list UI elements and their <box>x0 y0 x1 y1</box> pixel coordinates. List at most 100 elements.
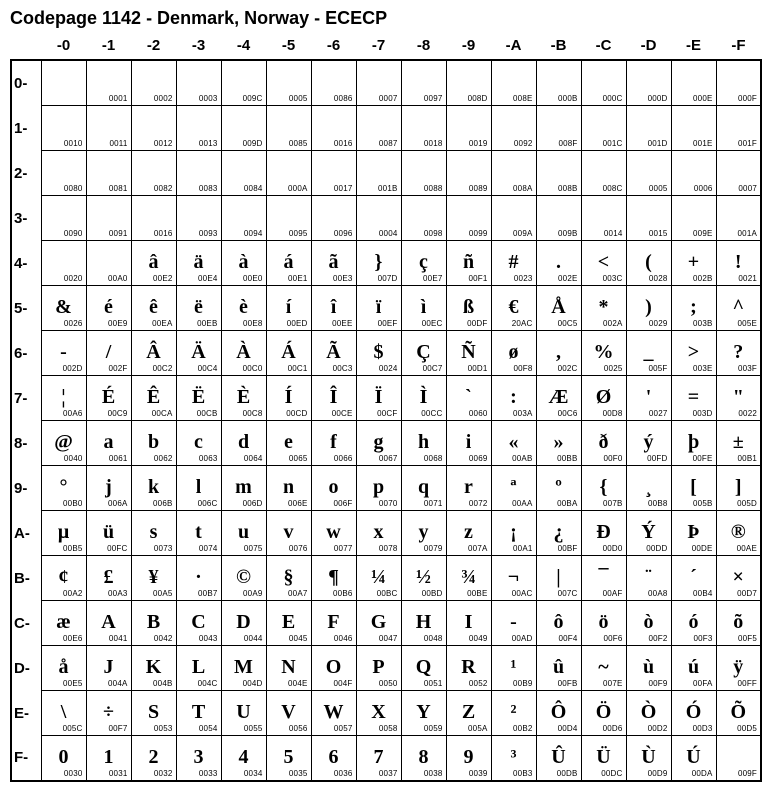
codepage-cell: e0065 <box>266 421 311 466</box>
cell-code: 00EA <box>152 320 172 328</box>
cell-code: 00D6 <box>603 725 623 733</box>
codepage-cell: 0007 <box>716 151 761 196</box>
codepage-cell: 0099 <box>446 196 491 241</box>
cell-code: 00A9 <box>243 590 262 598</box>
row-header: 6- <box>11 331 41 376</box>
cell-code: 00B8 <box>648 500 667 508</box>
cell-code: 0090 <box>64 230 83 238</box>
cell-code: 00F1 <box>468 275 487 283</box>
codepage-cell: c0063 <box>176 421 221 466</box>
cell-code: 000C <box>603 95 623 103</box>
codepage-cell: _005F <box>626 331 671 376</box>
codepage-cell: 0090 <box>41 196 86 241</box>
codepage-cell: N004E <box>266 646 311 691</box>
codepage-cell: x0078 <box>356 511 401 556</box>
cell-code: 00C2 <box>153 365 173 373</box>
cell-code: 002C <box>558 365 578 373</box>
codepage-cell: 0010 <box>41 106 86 151</box>
cell-code: 0041 <box>109 635 128 643</box>
cell-code: 0016 <box>334 140 353 148</box>
cell-code: 0014 <box>604 230 623 238</box>
cell-code: 0010 <box>64 140 83 148</box>
cell-code: 0075 <box>244 545 263 553</box>
cell-code: 0070 <box>379 500 398 508</box>
codepage-cell: 0081 <box>86 151 131 196</box>
codepage-cell: b0062 <box>131 421 176 466</box>
cell-code: 00BC <box>377 590 398 598</box>
codepage-cell: O004F <box>311 646 356 691</box>
cell-code: 0095 <box>289 230 308 238</box>
cell-code: 0021 <box>738 275 757 283</box>
cell-code: 00DC <box>601 770 622 778</box>
cell-code: 0071 <box>424 500 443 508</box>
cell-code: 0003 <box>199 95 218 103</box>
codepage-cell: T0054 <box>176 691 221 736</box>
codepage-cell: 0018 <box>401 106 446 151</box>
cell-code: 00A2 <box>63 590 82 598</box>
cell-code: 0069 <box>469 455 488 463</box>
codepage-cell: È00C8 <box>221 376 266 421</box>
codepage-cell: ²00B2 <box>491 691 536 736</box>
codepage-cell: 10031 <box>86 736 131 782</box>
cell-code: 0025 <box>604 365 623 373</box>
cell-code: 00E8 <box>243 320 262 328</box>
codepage-cell: ·00B7 <box>176 556 221 601</box>
codepage-cell: ?003F <box>716 331 761 376</box>
codepage-cell: þ00FE <box>671 421 716 466</box>
page-title: Codepage 1142 - Denmark, Norway - ECECP <box>10 8 762 29</box>
codepage-cell: 0092 <box>491 106 536 151</box>
cell-code: 0052 <box>469 680 488 688</box>
codepage-cell: ù00F9 <box>626 646 671 691</box>
codepage-cell: ,002C <box>536 331 581 376</box>
cell-code: 0080 <box>64 185 83 193</box>
cell-code: 00F2 <box>648 635 667 643</box>
cell-code: 00BF <box>558 545 578 553</box>
codepage-cell: 009C <box>221 60 266 106</box>
cell-code: 008B <box>558 185 577 193</box>
codepage-cell: P0050 <box>356 646 401 691</box>
cell-code: 00CA <box>152 410 173 418</box>
codepage-cell: Z005A <box>446 691 491 736</box>
codepage-cell: ¬00AC <box>491 556 536 601</box>
cell-code: 00BB <box>557 455 577 463</box>
codepage-cell: =003D <box>671 376 716 421</box>
cell-code: 00FC <box>107 545 127 553</box>
cell-code: 0081 <box>109 185 128 193</box>
codepage-cell: 0095 <box>266 196 311 241</box>
codepage-cell: 009F <box>716 736 761 782</box>
codepage-cell: Î00CE <box>311 376 356 421</box>
codepage-cell: Å00C5 <box>536 286 581 331</box>
codepage-cell: 009A <box>491 196 536 241</box>
cell-code: 00F9 <box>648 680 667 688</box>
cell-code: 00E3 <box>333 275 352 283</box>
codepage-cell: 0016 <box>131 196 176 241</box>
codepage-cell: Ô00D4 <box>536 691 581 736</box>
cell-code: 00B2 <box>513 725 532 733</box>
codepage-cell: ±00B1 <box>716 421 761 466</box>
cell-code: 0046 <box>334 635 353 643</box>
codepage-cell: ¥00A5 <box>131 556 176 601</box>
codepage-cell: 0005 <box>626 151 671 196</box>
codepage-cell: S0053 <box>131 691 176 736</box>
codepage-cell: 008B <box>536 151 581 196</box>
cell-code: 00F7 <box>108 725 127 733</box>
cell-code: 008A <box>513 185 532 193</box>
codepage-cell: 0085 <box>266 106 311 151</box>
codepage-cell: B0042 <box>131 601 176 646</box>
codepage-cell: ~007E <box>581 646 626 691</box>
codepage-cell: å00E5 <box>41 646 86 691</box>
codepage-cell: o006F <box>311 466 356 511</box>
codepage-cell: ¢00A2 <box>41 556 86 601</box>
codepage-cell: 009D <box>221 106 266 151</box>
cell-code: 0040 <box>64 455 83 463</box>
cell-code: 00ED <box>287 320 308 328</box>
cell-code: 0059 <box>424 725 443 733</box>
codepage-cell: °00B0 <box>41 466 86 511</box>
codepage-cell: v0076 <box>266 511 311 556</box>
codepage-cell: 001E <box>671 106 716 151</box>
cell-code: 00AA <box>512 500 532 508</box>
cell-code: 003E <box>693 365 712 373</box>
cell-code: 0037 <box>379 770 398 778</box>
codepage-cell: q0071 <box>401 466 446 511</box>
codepage-cell: ø00F8 <box>491 331 536 376</box>
